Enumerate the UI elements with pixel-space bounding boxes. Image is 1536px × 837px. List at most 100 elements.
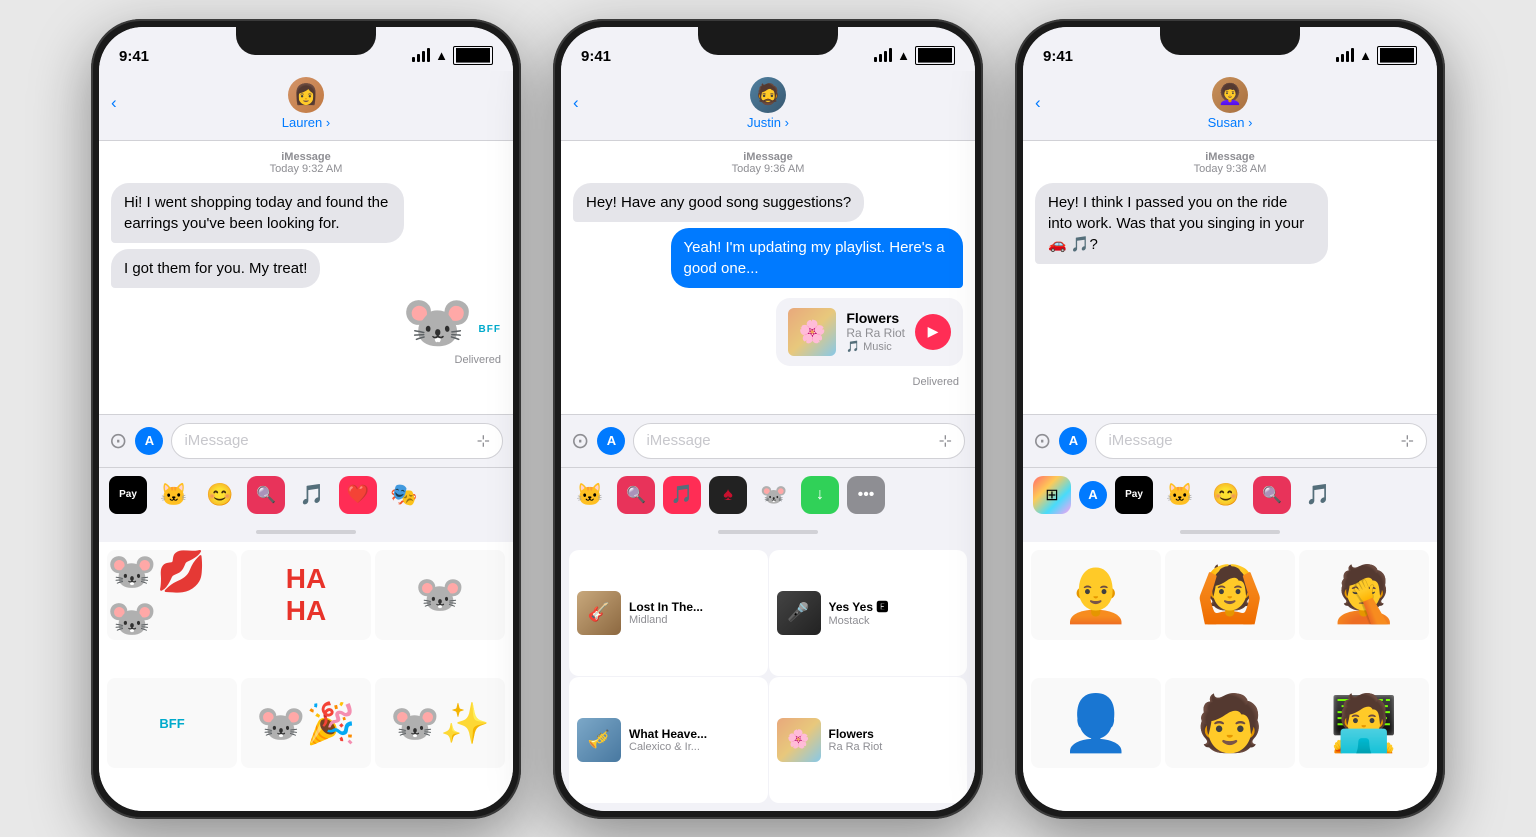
sticker-2[interactable]: HAHA — [241, 550, 371, 640]
music-list-item-4[interactable]: 🌸 Flowers Ra Ra Riot — [769, 677, 968, 803]
tray-apple-pay[interactable]: Pay — [109, 476, 147, 514]
message-bubble: Hi! I went shopping today and found the … — [111, 183, 404, 243]
memoji-1[interactable]: 🧑‍🦲 — [1031, 550, 1161, 640]
message-bubble: Yeah! I'm updating my playlist. Here's a… — [671, 228, 964, 288]
input-placeholder: iMessage — [184, 432, 248, 449]
music-list-art: 🎺 — [577, 718, 621, 762]
memoji-5[interactable]: 🧑 — [1165, 678, 1295, 768]
tray-more[interactable]: ••• — [847, 476, 885, 514]
tray-animoji[interactable]: 😊 — [1207, 476, 1245, 514]
tray-search[interactable]: 🔍 — [1253, 476, 1291, 514]
signal-icon — [1336, 48, 1354, 62]
memoji-pack: 🧑‍🦲 🙆 🤦 👤 🧑 🧑‍💻 — [1023, 542, 1437, 811]
music-list-item-2[interactable]: 🎤 Yes Yes 🅴 Mostack — [769, 550, 968, 676]
message-input[interactable]: iMessage ⊹ — [1095, 423, 1427, 459]
delivered-label: Delivered — [111, 354, 501, 366]
music-list-item-1[interactable]: 🎸 Lost In The... Midland — [569, 550, 768, 676]
music-list-artist: Calexico & Ir... — [629, 741, 760, 753]
message-input[interactable]: iMessage ⊹ — [633, 423, 965, 459]
app-tray: 🐱 🔍 🎵 ♠ 🐭 ↓ ••• — [561, 467, 975, 522]
sticker-5[interactable]: 🐭🎉 — [241, 678, 371, 768]
message-bubble: I got them for you. My treat! — [111, 249, 320, 288]
message-meta: iMessage Today 9:38 AM — [1035, 151, 1425, 175]
messages-area: iMessage Today 9:32 AM Hi! I went shoppi… — [99, 141, 513, 414]
music-list-artist: Midland — [629, 614, 760, 626]
app-tray: ⊞ A Pay 🐱 😊 🔍 🎵 — [1023, 467, 1437, 522]
message-input[interactable]: iMessage ⊹ — [171, 423, 503, 459]
tray-app-store[interactable]: A — [1079, 481, 1107, 509]
tray-memoji[interactable]: 🐱 — [1161, 476, 1199, 514]
input-placeholder: iMessage — [1108, 432, 1172, 449]
messages-area: iMessage Today 9:38 AM Hey! I think I pa… — [1023, 141, 1437, 414]
tray-stickers[interactable]: 🎭 — [385, 476, 423, 514]
input-placeholder: iMessage — [646, 432, 710, 449]
tray-search[interactable]: 🔍 — [617, 476, 655, 514]
audio-icon[interactable]: ⊹ — [1401, 431, 1414, 451]
input-bar: ⊙ A iMessage ⊹ — [99, 414, 513, 467]
signal-icon — [874, 48, 892, 62]
status-icons: ▲ ████ — [1336, 46, 1417, 65]
tray-photos[interactable]: ⊞ — [1033, 476, 1071, 514]
music-list-title: Flowers — [829, 727, 960, 741]
camera-icon[interactable]: ⊙ — [1033, 428, 1051, 454]
app-store-button[interactable]: A — [1059, 427, 1087, 455]
message-bubble: Hey! I think I passed you on the ride in… — [1035, 183, 1328, 264]
sticker-bff: 🐭 BFF — [111, 294, 501, 352]
status-time: 9:41 — [581, 48, 611, 65]
music-info: Flowers Ra Ra Riot 🎵 Music — [846, 310, 905, 353]
camera-icon[interactable]: ⊙ — [571, 428, 589, 454]
tray-memoji[interactable]: 🐱 — [571, 476, 609, 514]
music-list: 🎸 Lost In The... Midland 🎤 Yes Yes 🅴 Mos… — [561, 542, 975, 811]
tray-music[interactable]: 🎵 — [1299, 476, 1337, 514]
bubble-row: Hey! I think I passed you on the ride in… — [1035, 183, 1425, 264]
tray-music[interactable]: 🎵 — [663, 476, 701, 514]
contact-header[interactable]: 👩‍🦱 Susan › — [1208, 77, 1253, 130]
memoji-6[interactable]: 🧑‍💻 — [1299, 678, 1429, 768]
wifi-icon: ▲ — [435, 48, 448, 63]
message-meta: iMessage Today 9:32 AM — [111, 151, 501, 175]
tray-divider — [1023, 522, 1437, 542]
music-list-info: Flowers Ra Ra Riot — [829, 727, 960, 753]
tray-mickey[interactable]: 🐭 — [755, 476, 793, 514]
delivered-label: Delivered — [573, 376, 959, 388]
sticker-4[interactable]: BFF — [107, 678, 237, 768]
tray-music[interactable]: 🎵 — [293, 476, 331, 514]
memoji-4[interactable]: 👤 — [1031, 678, 1161, 768]
sticker-3[interactable]: 🐭 — [375, 550, 505, 640]
app-store-button[interactable]: A — [597, 427, 625, 455]
music-list-info: Yes Yes 🅴 Mostack — [829, 598, 960, 627]
back-button[interactable]: ‹ — [111, 93, 117, 113]
back-button[interactable]: ‹ — [1035, 93, 1041, 113]
memoji-3[interactable]: 🤦 — [1299, 550, 1429, 640]
camera-icon[interactable]: ⊙ — [109, 428, 127, 454]
contact-header[interactable]: 👩 Lauren › — [282, 77, 330, 130]
nav-bar: ‹ 👩 Lauren › — [99, 71, 513, 141]
music-list-item-3[interactable]: 🎺 What Heave... Calexico & Ir... — [569, 677, 768, 803]
sticker-pack: 🐭💋🐭 HAHA 🐭 BFF 🐭🎉 🐭✨ — [99, 542, 513, 811]
app-store-button[interactable]: A — [135, 427, 163, 455]
bubble-row: Hey! Have any good song suggestions? — [573, 183, 963, 222]
sticker-1[interactable]: 🐭💋🐭 — [107, 550, 237, 640]
tray-memoji[interactable]: 🐱 — [155, 476, 193, 514]
tray-apple-pay[interactable]: Pay — [1115, 476, 1153, 514]
music-list-title: Lost In The... — [629, 600, 760, 614]
status-icons: ▲ ████ — [412, 46, 493, 65]
tray-search[interactable]: 🔍 — [247, 476, 285, 514]
sticker-6[interactable]: 🐭✨ — [375, 678, 505, 768]
audio-icon[interactable]: ⊹ — [939, 431, 952, 451]
tray-animoji[interactable]: 😊 — [201, 476, 239, 514]
contact-header[interactable]: 🧔 Justin › — [747, 77, 789, 130]
memoji-2[interactable]: 🙆 — [1165, 550, 1295, 640]
tray-heart[interactable]: ♠ — [709, 476, 747, 514]
tray-heart[interactable]: ❤️ — [339, 476, 377, 514]
bubble-row: Yeah! I'm updating my playlist. Here's a… — [573, 228, 963, 288]
music-card[interactable]: 🌸 Flowers Ra Ra Riot 🎵 Music ▶ — [776, 298, 963, 366]
input-bar: ⊙ A iMessage ⊹ — [1023, 414, 1437, 467]
music-list-artist: Mostack — [829, 615, 960, 627]
play-button[interactable]: ▶ — [915, 314, 951, 350]
music-list-info: Lost In The... Midland — [629, 600, 760, 626]
messages-area: iMessage Today 9:36 AM Hey! Have any goo… — [561, 141, 975, 414]
audio-icon[interactable]: ⊹ — [477, 431, 490, 451]
tray-download[interactable]: ↓ — [801, 476, 839, 514]
back-button[interactable]: ‹ — [573, 93, 579, 113]
